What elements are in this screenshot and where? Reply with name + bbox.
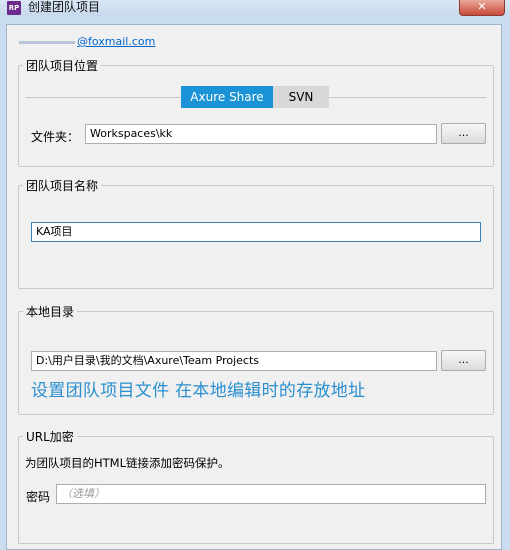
- tab-axure-share[interactable]: Axure Share: [181, 86, 273, 108]
- name-legend: 团队项目名称: [26, 179, 99, 193]
- dialog-body: @foxmail.com 团队项目位置 Axure Share SVN 文件夹：…: [6, 24, 502, 550]
- close-button[interactable]: ✕: [459, 0, 505, 16]
- encrypt-description: 为团队项目的HTML链接添加密码保护。: [25, 456, 230, 470]
- location-legend: 团队项目位置: [26, 59, 99, 73]
- title-bar: RP 创建团队项目 ✕: [0, 0, 510, 16]
- encrypt-group: URL加密 为团队项目的HTML链接添加密码保护。 密码 （选填）: [18, 428, 494, 544]
- local-dir-group: 本地目录 D:\用户目录\我的文档\Axure\Team Projects ..…: [18, 303, 494, 415]
- local-path-field[interactable]: D:\用户目录\我的文档\Axure\Team Projects: [31, 351, 437, 371]
- axure-rp-icon: RP: [7, 1, 21, 15]
- password-label: 密码: [26, 490, 51, 504]
- redacted-email-prefix: [19, 40, 75, 44]
- encrypt-legend: URL加密: [26, 430, 74, 444]
- name-group: 团队项目名称 KA项目: [18, 177, 494, 289]
- account-email[interactable]: @foxmail.com: [19, 35, 155, 48]
- tab-svn[interactable]: SVN: [273, 86, 329, 108]
- password-placeholder: （选填）: [61, 487, 105, 500]
- local-dir-annotation: 设置团队项目文件 在本地编辑时的存放地址: [31, 381, 366, 401]
- local-browse-button[interactable]: ...: [441, 350, 486, 371]
- window-title: 创建团队项目: [28, 0, 101, 14]
- folder-browse-button[interactable]: ...: [441, 123, 486, 144]
- local-dir-legend: 本地目录: [26, 305, 75, 319]
- password-input[interactable]: （选填）: [56, 484, 486, 504]
- project-name-input[interactable]: KA项目: [31, 222, 481, 242]
- folder-field[interactable]: Workspaces\kk: [85, 124, 437, 144]
- folder-label: 文件夹：: [31, 130, 80, 144]
- email-suffix: @foxmail.com: [77, 35, 156, 48]
- location-group: 团队项目位置 Axure Share SVN 文件夹： Workspaces\k…: [18, 57, 494, 167]
